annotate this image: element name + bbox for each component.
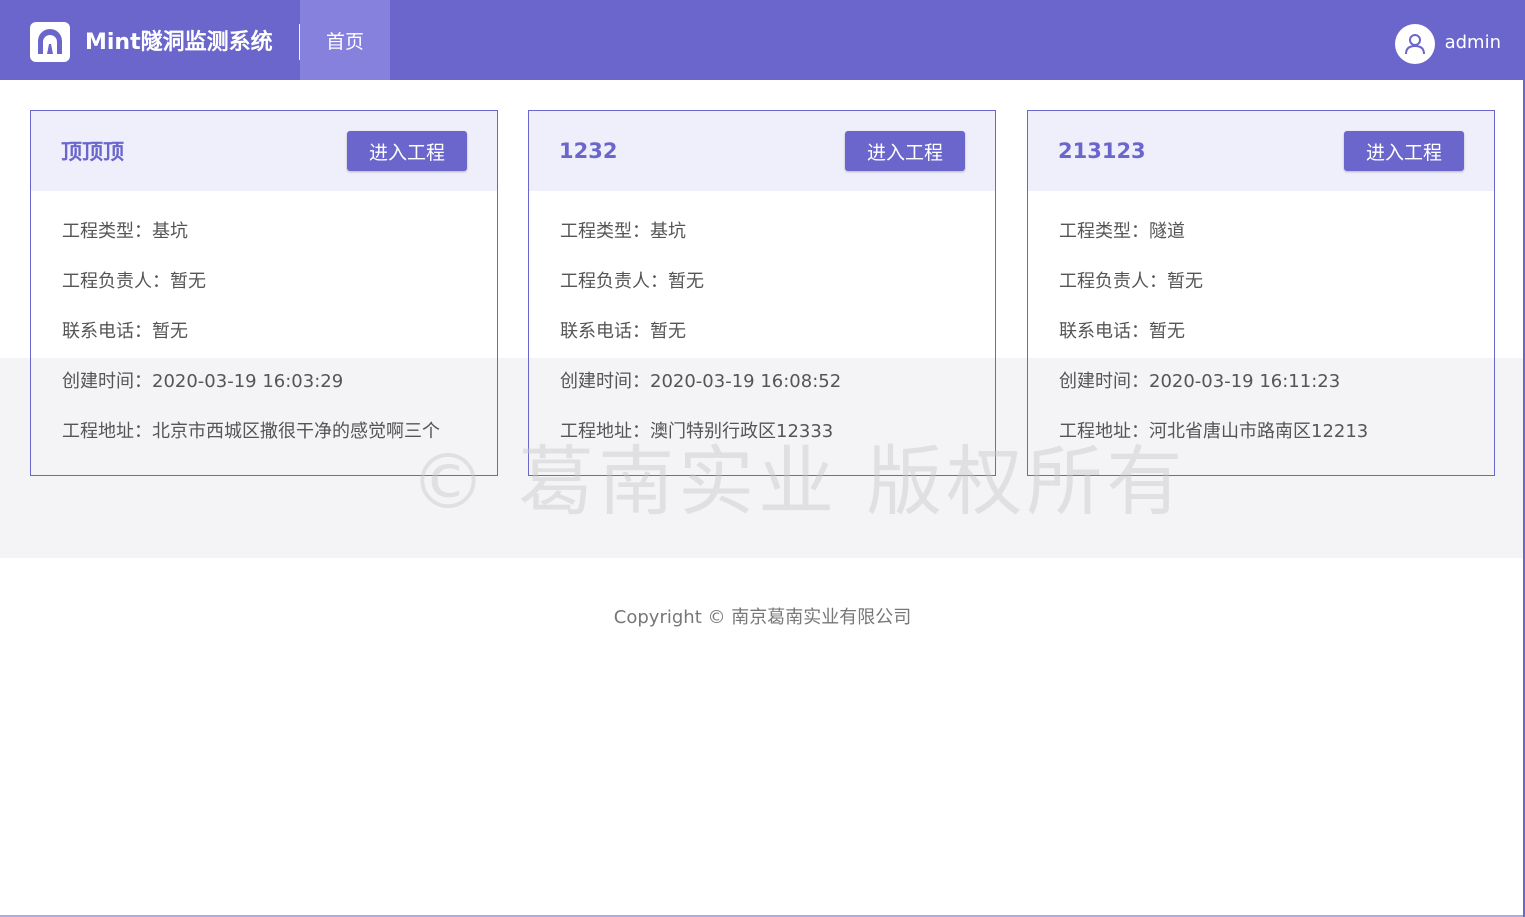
project-address: 工程地址：澳门特别行政区12333 xyxy=(560,421,834,442)
footer-copyright: Copyright © 南京葛南实业有限公司 xyxy=(613,607,912,628)
project-type: 工程类型：隧道 xyxy=(1059,221,1185,242)
project-created: 创建时间：2020-03-19 16:03:29 xyxy=(62,371,344,392)
project-name: 213123 xyxy=(1058,139,1146,163)
user-menu[interactable]: admin xyxy=(1394,24,1501,64)
project-address: 工程地址：河北省唐山市路南区12213 xyxy=(1059,421,1369,442)
project-created: 创建时间：2020-03-19 16:11:23 xyxy=(1059,371,1341,392)
username[interactable]: admin xyxy=(1445,32,1501,53)
project-card-body: 工程类型：隧道 工程负责人：暂无 联系电话：暂无 创建时间：2020-03-19… xyxy=(1028,191,1494,475)
project-card-header: 1232 进入工程 xyxy=(529,111,995,191)
project-card-header: 顶顶顶 进入工程 xyxy=(31,111,497,191)
project-type: 工程类型：基坑 xyxy=(560,221,686,242)
project-phone: 联系电话：暂无 xyxy=(62,321,188,342)
user-icon[interactable] xyxy=(1394,24,1435,64)
nav-tab-home[interactable]: 首页 xyxy=(300,0,390,80)
app-title: Mint隧洞监测系统 xyxy=(85,30,273,55)
project-owner: 工程负责人：暂无 xyxy=(62,271,206,292)
project-name: 1232 xyxy=(559,139,618,163)
project-created: 创建时间：2020-03-19 16:08:52 xyxy=(560,371,842,392)
page: Mint隧洞监测系统 首页 admin 顶顶顶 进入工程 工程类型：基坑 工程负… xyxy=(0,0,1525,917)
project-type: 工程类型：基坑 xyxy=(62,221,188,242)
project-phone: 联系电话：暂无 xyxy=(1059,321,1185,342)
project-card-header: 213123 进入工程 xyxy=(1028,111,1494,191)
project-card: 顶顶顶 进入工程 工程类型：基坑 工程负责人：暂无 联系电话：暂无 创建时间：2… xyxy=(30,110,498,476)
project-phone: 联系电话：暂无 xyxy=(560,321,686,342)
enter-project-button[interactable]: 进入工程 xyxy=(347,131,467,171)
project-card-body: 工程类型：基坑 工程负责人：暂无 联系电话：暂无 创建时间：2020-03-19… xyxy=(31,191,497,475)
project-card-body: 工程类型：基坑 工程负责人：暂无 联系电话：暂无 创建时间：2020-03-19… xyxy=(529,191,995,475)
project-card: 1232 进入工程 工程类型：基坑 工程负责人：暂无 联系电话：暂无 创建时间：… xyxy=(528,110,996,476)
project-address: 工程地址：北京市西城区撒很干净的感觉啊三个 xyxy=(62,421,440,442)
project-owner: 工程负责人：暂无 xyxy=(1059,271,1203,292)
enter-project-button[interactable]: 进入工程 xyxy=(1344,131,1464,171)
project-owner: 工程负责人：暂无 xyxy=(560,271,704,292)
enter-project-button[interactable]: 进入工程 xyxy=(845,131,965,171)
top-header: Mint隧洞监测系统 首页 admin xyxy=(0,0,1525,80)
tunnel-icon xyxy=(30,22,70,62)
project-card: 213123 进入工程 工程类型：隧道 工程负责人：暂无 联系电话：暂无 创建时… xyxy=(1027,110,1495,476)
project-name: 顶顶顶 xyxy=(61,140,124,164)
